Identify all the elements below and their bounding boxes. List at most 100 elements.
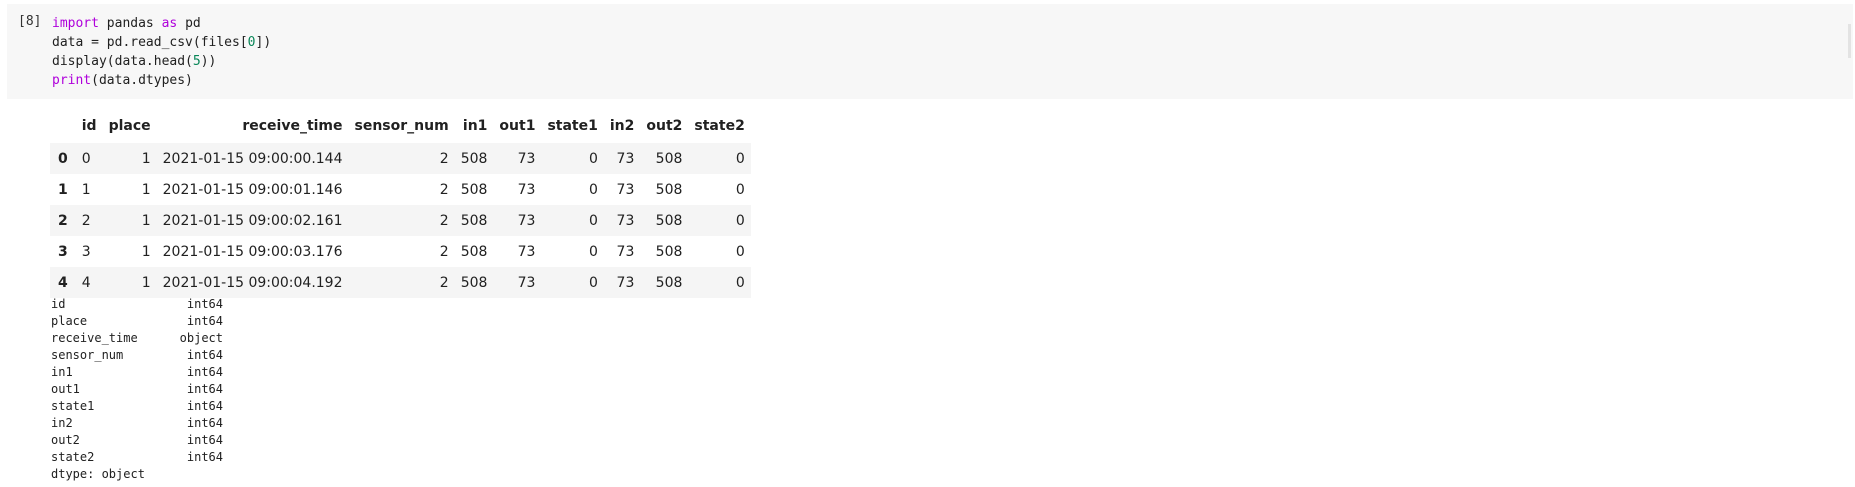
- table-cell: 508: [655, 243, 683, 260]
- table-row: 3 3 1 2021-01-15 09:00:03.176 2 508 73 0 73 508 0: [50, 236, 751, 267]
- table-cell: 2021-01-15 09:00:01.146: [162, 181, 343, 198]
- dtype-value: int64: [186, 416, 223, 430]
- code-line: print(data.dtypes): [52, 71, 271, 90]
- table-cell: 0: [588, 243, 598, 260]
- code-line: import pandas as pd: [52, 14, 271, 33]
- table-cell: 73: [517, 181, 536, 198]
- dtype-value: object: [179, 331, 223, 345]
- row-index: 4: [58, 274, 68, 291]
- dtype-row: state1 int64: [51, 398, 223, 415]
- table-cell: 2: [439, 243, 449, 260]
- dtype-value: int64: [186, 433, 223, 447]
- table-cell: 0: [588, 212, 598, 229]
- dtype-value: int64: [186, 297, 223, 311]
- column-header-state2: state2: [694, 118, 745, 134]
- table-cell: 2: [439, 150, 449, 167]
- table-cell: 508: [460, 274, 488, 291]
- table-cell: 2: [439, 212, 449, 229]
- table-cell: 73: [517, 150, 536, 167]
- table-cell: 73: [616, 181, 635, 198]
- code-editor[interactable]: import pandas as pd data = pd.read_csv(fi…: [52, 14, 271, 90]
- code-number: 0: [247, 35, 256, 50]
- code-token: pandas: [98, 16, 162, 31]
- dtype-row: id int64: [51, 296, 223, 313]
- column-header-in1: in1: [462, 118, 488, 134]
- column-header-in2: in2: [609, 118, 635, 134]
- column-header-place: place: [108, 118, 151, 134]
- table-row: 1 1 1 2021-01-15 09:00:01.146 2 508 73 0 73 508 0: [50, 174, 751, 205]
- dtype-value: int64: [186, 348, 223, 362]
- table-row: 4 4 1 2021-01-15 09:00:04.192 2 508 73 0 73 508 0: [50, 267, 751, 298]
- scrollbar-handle[interactable]: [1848, 24, 1851, 58]
- dtype-column-name: in1: [51, 365, 73, 379]
- table-cell: 1: [141, 150, 151, 167]
- dtype-column-name: sensor_num: [51, 348, 124, 362]
- code-number: 5: [192, 54, 201, 69]
- execution-count: [8]: [18, 14, 42, 29]
- table-cell: 508: [655, 274, 683, 291]
- table-row: 0 0 1 2021-01-15 09:00:00.144 2 508 73 0 73 508 0: [50, 143, 751, 174]
- table-cell: 0: [735, 181, 745, 198]
- table-cell: 508: [460, 243, 488, 260]
- table-cell: 508: [655, 150, 683, 167]
- table-cell: 2: [439, 181, 449, 198]
- table-cell: 0: [588, 181, 598, 198]
- dtype-value: int64: [186, 314, 223, 328]
- column-header-state1: state1: [547, 118, 598, 134]
- dtype-value: int64: [186, 399, 223, 413]
- table-header-row: id place receive_time sensor_num in1 out1 stat…: [50, 109, 751, 143]
- code-cell[interactable]: [8] import pandas as pd data = pd.read_cs…: [7, 4, 1853, 99]
- dtype-column-name: state1: [51, 399, 95, 413]
- dtype-row: in1 int64: [51, 364, 223, 381]
- code-keyword: print: [52, 73, 92, 88]
- table-cell: 73: [616, 212, 635, 229]
- dtype-row: out1 int64: [51, 381, 223, 398]
- table-cell: 508: [460, 150, 488, 167]
- code-keyword: import: [52, 16, 99, 31]
- table-cell: 2: [81, 212, 91, 229]
- row-index: 0: [58, 150, 68, 167]
- dtype-column-name: state2: [51, 450, 95, 464]
- table-cell: 508: [655, 212, 683, 229]
- table-cell: 3: [81, 243, 91, 260]
- row-index: 2: [58, 212, 68, 229]
- table-cell: 73: [517, 274, 536, 291]
- dtype-row: in2 int64: [51, 415, 223, 432]
- dtype-row: sensor_num int64: [51, 347, 223, 364]
- table-cell: 2: [439, 274, 449, 291]
- dtype-column-name: id: [51, 297, 66, 311]
- table-cell: 1: [141, 212, 151, 229]
- dtype-value: int64: [186, 450, 223, 464]
- dtype-row: place int64: [51, 313, 223, 330]
- table-cell: 508: [460, 181, 488, 198]
- table-cell: 2021-01-15 09:00:03.176: [162, 243, 343, 260]
- code-token: (data.dtypes): [91, 73, 193, 88]
- table-cell: 73: [616, 243, 635, 260]
- column-header-out2: out2: [646, 118, 683, 134]
- dtype-column-name: out2: [51, 433, 80, 447]
- table-body: 0 0 1 2021-01-15 09:00:00.144 2 508 73 0 73 508 0 1…: [50, 143, 751, 298]
- table-cell: 2021-01-15 09:00:00.144: [162, 150, 343, 167]
- table-cell: 0: [735, 150, 745, 167]
- table-cell: 73: [616, 150, 635, 167]
- index-header: [50, 109, 76, 143]
- table-row: 2 2 1 2021-01-15 09:00:02.161 2 508 73 0 73 508 0: [50, 205, 751, 236]
- dtype-column-name: receive_time: [51, 331, 138, 345]
- code-token: display(data.head(: [52, 54, 193, 69]
- table-cell: 0: [735, 243, 745, 260]
- dataframe-output: id place receive_time sensor_num in1 out1 stat…: [50, 109, 751, 298]
- dtypes-output: id int64 place int64 receive_time object senso…: [51, 296, 223, 483]
- code-line: display(data.head(5)): [52, 52, 271, 71]
- code-token: pd: [177, 16, 201, 31]
- table-cell: 1: [81, 181, 91, 198]
- column-header-id: id: [81, 118, 97, 134]
- dtype-value: int64: [186, 365, 223, 379]
- table-cell: 508: [655, 181, 683, 198]
- table-cell: 1: [141, 243, 151, 260]
- code-token: )): [200, 54, 217, 69]
- table-cell: 0: [588, 150, 598, 167]
- dtype-value: int64: [186, 382, 223, 396]
- table-cell: 73: [517, 243, 536, 260]
- table-cell: 1: [141, 274, 151, 291]
- dtype-row: out2 int64: [51, 432, 223, 449]
